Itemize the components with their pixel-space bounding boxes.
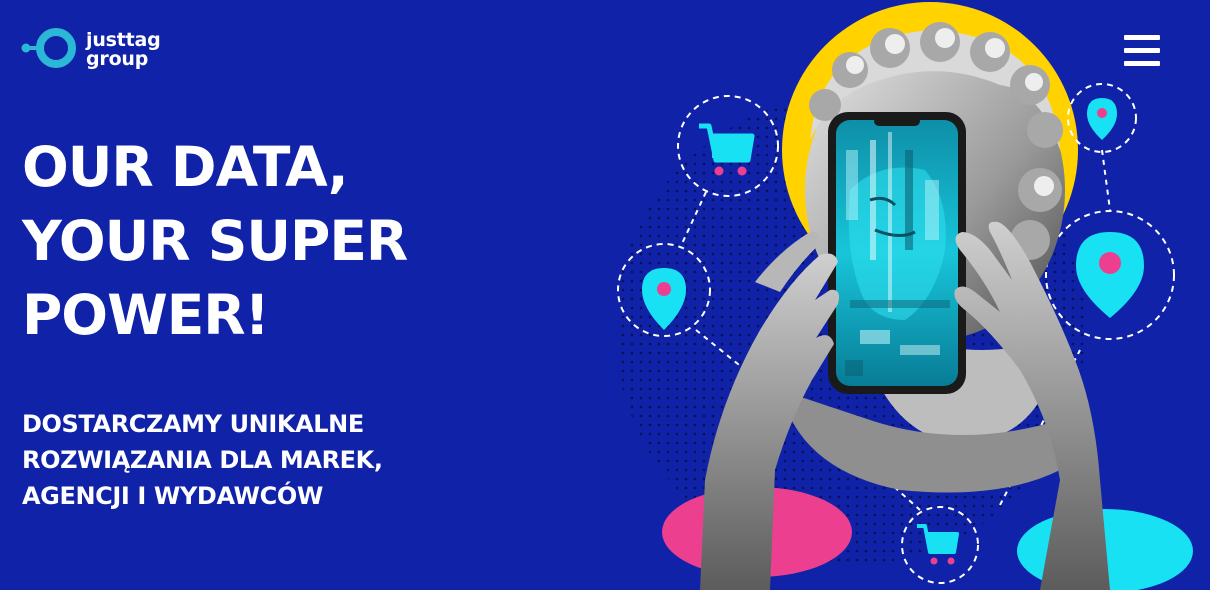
location-pin-icon: [1076, 232, 1144, 318]
subheadline-line-2: ROZWIĄZANIA DLA MAREK,: [22, 446, 383, 474]
logo-mark-icon: [21, 28, 76, 68]
subheadline-line-3: AGENCJI I WYDAWCÓW: [22, 482, 323, 510]
headline-line-2: YOUR SUPER: [22, 209, 408, 273]
logo-wordmark: justtag group: [86, 31, 161, 69]
smartphone: [828, 112, 966, 394]
hero-section: justtag group OUR DATA, YOUR SUPER POWER…: [0, 0, 1210, 590]
justtag-logo[interactable]: justtag group: [20, 28, 161, 72]
subheadline-line-1: DOSTARCZAMY UNIKALNE: [22, 410, 364, 438]
headline-line-1: OUR DATA,: [22, 135, 349, 199]
location-pin-icon: [1087, 98, 1117, 140]
hero-subheadline: DOSTARCZAMY UNIKALNE ROZWIĄZANIA DLA MAR…: [22, 406, 542, 514]
hero-headline: OUR DATA, YOUR SUPER POWER!: [22, 130, 542, 352]
hero-illustration: [615, 2, 1193, 590]
logo-wordmark-line2: group: [86, 48, 149, 70]
headline-line-3: POWER!: [22, 283, 270, 347]
